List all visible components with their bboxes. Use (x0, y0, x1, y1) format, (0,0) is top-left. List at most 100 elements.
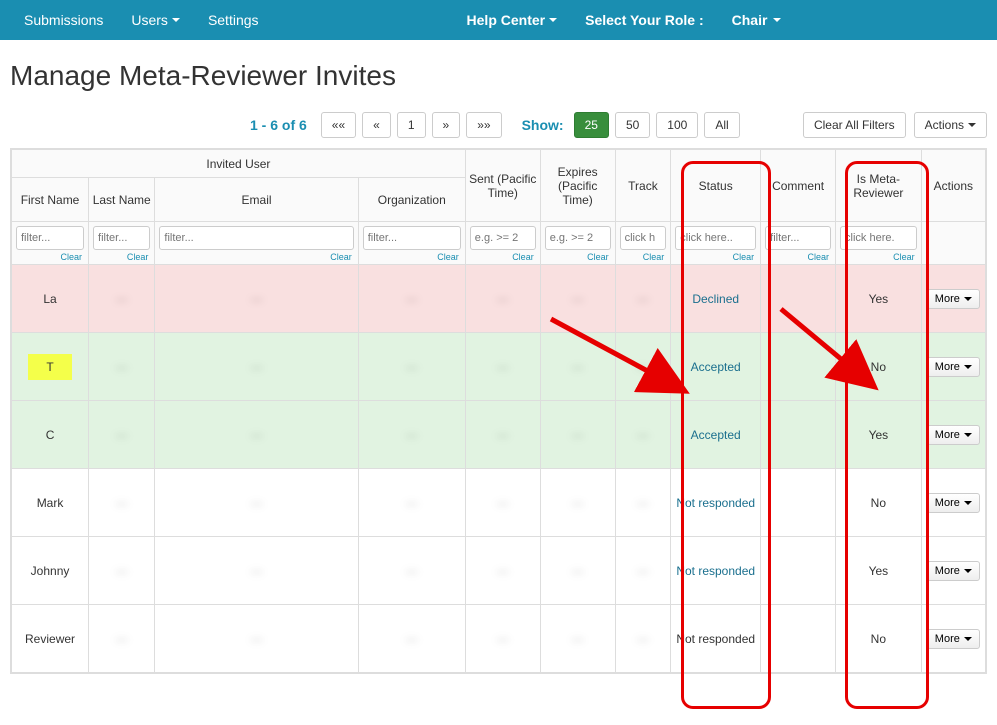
clear-filter-link[interactable]: Clear (675, 252, 756, 262)
pager-next-button[interactable]: » (432, 112, 461, 138)
chevron-down-icon (968, 123, 976, 127)
cell-organization: — (358, 605, 465, 673)
cell-status[interactable]: Not responded (671, 469, 761, 537)
header-first-name[interactable]: First Name (12, 178, 89, 222)
cell-is-meta: Yes (836, 265, 922, 333)
header-is-meta[interactable]: Is Meta-Reviewer (836, 150, 922, 222)
filter-status[interactable] (675, 226, 756, 250)
more-button[interactable]: More (927, 493, 980, 513)
clear-all-filters-button[interactable]: Clear All Filters (803, 112, 906, 138)
cell-is-meta: No (836, 605, 922, 673)
table-row: Reviewer——————Not respondedNoMore (12, 605, 986, 673)
filter-sent[interactable] (470, 226, 536, 250)
clear-filter-link[interactable]: Clear (840, 252, 917, 262)
header-organization[interactable]: Organization (358, 178, 465, 222)
header-last-name[interactable]: Last Name (89, 178, 155, 222)
cell-first-name: Reviewer (12, 605, 89, 673)
clear-filter-link[interactable]: Clear (470, 252, 536, 262)
table-row: Mark——————Not respondedNoMore (12, 469, 986, 537)
cell-comment (761, 265, 836, 333)
cell-email: — (155, 401, 358, 469)
chevron-down-icon (549, 18, 557, 22)
cell-track: — (615, 469, 671, 537)
show-all-button[interactable]: All (704, 112, 739, 138)
show-50-button[interactable]: 50 (615, 112, 650, 138)
cell-track: — (615, 605, 671, 673)
nav-role-selector[interactable]: Chair (718, 0, 796, 40)
filter-comment[interactable] (765, 226, 831, 250)
pager-last-button[interactable]: »» (466, 112, 501, 138)
more-button[interactable]: More (927, 629, 980, 649)
header-status[interactable]: Status (671, 150, 761, 222)
cell-organization: — (358, 333, 465, 401)
cell-last-name: — (89, 401, 155, 469)
filter-track[interactable] (620, 226, 667, 250)
more-button[interactable]: More (927, 289, 980, 309)
header-actions: Actions (921, 150, 985, 222)
actions-dropdown-button[interactable]: Actions (914, 112, 987, 138)
header-email[interactable]: Email (155, 178, 358, 222)
show-100-button[interactable]: 100 (656, 112, 698, 138)
pager-prev-button[interactable]: « (362, 112, 391, 138)
clear-filter-link[interactable]: Clear (765, 252, 831, 262)
filter-is-meta[interactable] (840, 226, 917, 250)
cell-is-meta: Yes (836, 537, 922, 605)
cell-expires: — (540, 605, 615, 673)
filter-first-name[interactable] (16, 226, 84, 250)
top-nav: Submissions Users Settings Help Center S… (0, 0, 997, 40)
filter-expires[interactable] (545, 226, 611, 250)
filter-email[interactable] (159, 226, 353, 250)
cell-email: — (155, 605, 358, 673)
clear-filter-link[interactable]: Clear (16, 252, 84, 262)
nav-settings[interactable]: Settings (194, 0, 273, 40)
header-invited-user: Invited User (12, 150, 466, 178)
cell-comment (761, 537, 836, 605)
cell-status[interactable]: Accepted (671, 333, 761, 401)
cell-comment (761, 469, 836, 537)
clear-filter-link[interactable]: Clear (620, 252, 667, 262)
cell-sent: — (465, 401, 540, 469)
clear-filter-link[interactable]: Clear (159, 252, 353, 262)
page-title: Manage Meta-Reviewer Invites (0, 40, 997, 102)
cell-status: Not responded (671, 605, 761, 673)
nav-users[interactable]: Users (117, 0, 194, 40)
nav-help-label: Help Center (467, 12, 546, 28)
cell-sent: — (465, 333, 540, 401)
cell-expires: — (540, 537, 615, 605)
more-button[interactable]: More (927, 561, 980, 581)
header-expires[interactable]: Expires (Pacific Time) (540, 150, 615, 222)
chevron-down-icon (964, 569, 972, 573)
nav-submissions[interactable]: Submissions (10, 0, 117, 40)
cell-actions: More (921, 605, 985, 673)
cell-organization: — (358, 265, 465, 333)
clear-filter-link[interactable]: Clear (363, 252, 461, 262)
cell-email: — (155, 537, 358, 605)
show-25-button[interactable]: 25 (574, 112, 609, 138)
filter-organization[interactable] (363, 226, 461, 250)
nav-help-center[interactable]: Help Center (453, 0, 572, 40)
filter-last-name[interactable] (93, 226, 150, 250)
clear-filter-link[interactable]: Clear (545, 252, 611, 262)
cell-status[interactable]: Not responded (671, 537, 761, 605)
more-button[interactable]: More (927, 425, 980, 445)
more-button[interactable]: More (927, 357, 980, 377)
cell-track: — (615, 265, 671, 333)
cell-track: — (615, 537, 671, 605)
actions-label: Actions (925, 118, 964, 132)
invites-table: Invited User Sent (Pacific Time) Expires… (11, 149, 986, 673)
cell-comment (761, 605, 836, 673)
header-sent[interactable]: Sent (Pacific Time) (465, 150, 540, 222)
nav-role-value: Chair (732, 12, 768, 28)
cell-status[interactable]: Accepted (671, 401, 761, 469)
cell-status[interactable]: Declined (671, 265, 761, 333)
header-comment[interactable]: Comment (761, 150, 836, 222)
cell-first-name: T (12, 333, 89, 401)
cell-expires: — (540, 333, 615, 401)
clear-filter-link[interactable]: Clear (93, 252, 150, 262)
cell-organization: — (358, 469, 465, 537)
chevron-down-icon (964, 365, 972, 369)
header-track[interactable]: Track (615, 150, 671, 222)
cell-actions: More (921, 333, 985, 401)
pager-page-button[interactable]: 1 (397, 112, 426, 138)
pager-first-button[interactable]: «« (321, 112, 356, 138)
